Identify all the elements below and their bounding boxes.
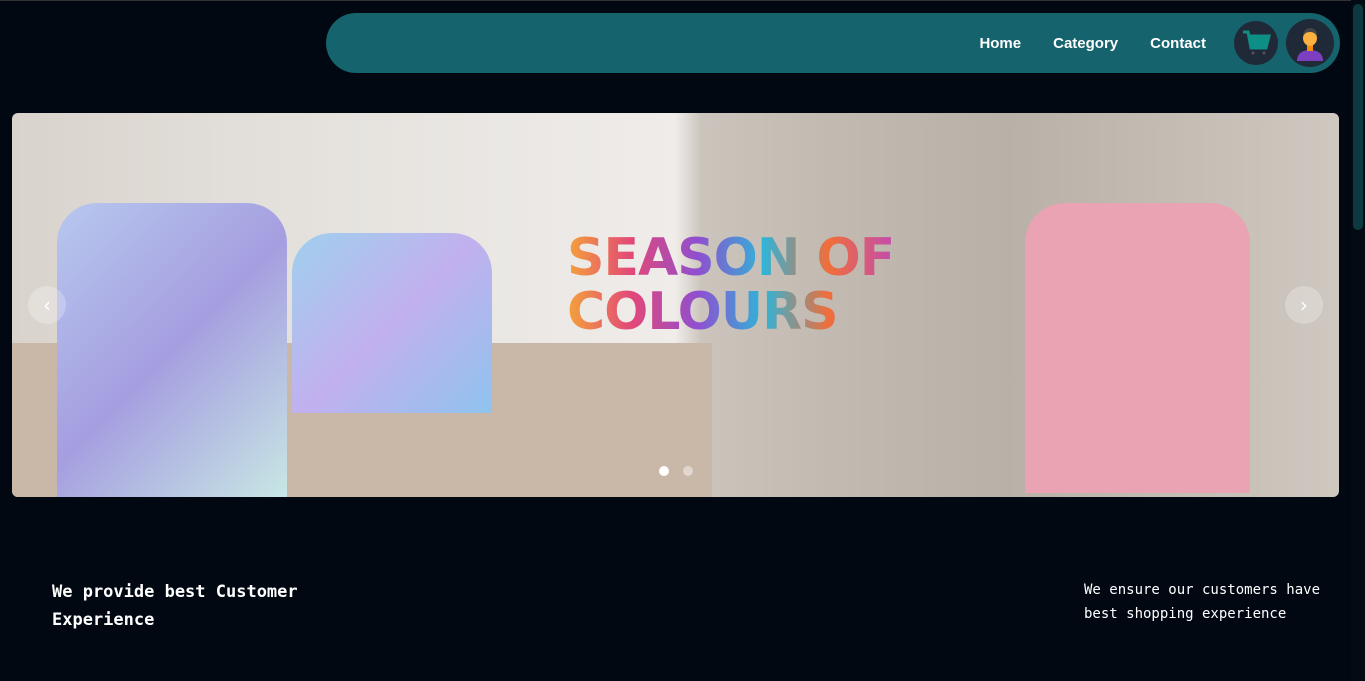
chevron-right-icon: › (1300, 293, 1308, 317)
banner-line-1: SEASON OF (567, 228, 895, 288)
carousel-dot-2[interactable] (683, 466, 693, 476)
cart-icon (1243, 30, 1271, 55)
scrollbar-thumb[interactable] (1353, 4, 1363, 230)
nav-home[interactable]: Home (979, 35, 1021, 52)
hero-image-model-3 (1025, 203, 1250, 493)
banner-line-2: COLOURS (567, 282, 838, 342)
user-avatar-icon (1297, 28, 1323, 61)
carousel-prev-button[interactable]: ‹ (28, 286, 66, 324)
cart-button[interactable] (1234, 21, 1278, 65)
carousel-dot-1[interactable] (659, 466, 669, 476)
hero-banner-text: SEASON OF COLOURS (567, 231, 894, 339)
chevron-left-icon: ‹ (43, 293, 51, 317)
features-description: We ensure our customers have best shoppi… (1084, 582, 1321, 622)
nav-category[interactable]: Category (1053, 35, 1118, 52)
top-border (0, 0, 1365, 1)
hero-image-model-1 (57, 203, 287, 497)
hero-carousel: SEASON OF COLOURS ‹ › (12, 113, 1339, 497)
navbar: Home Category Contact (326, 13, 1340, 73)
carousel-next-button[interactable]: › (1285, 286, 1323, 324)
hero-image-model-2 (292, 233, 492, 413)
profile-button[interactable] (1286, 19, 1334, 67)
features-heading: We provide best Customer Experience (52, 582, 298, 630)
nav-contact[interactable]: Contact (1150, 35, 1206, 52)
scrollbar[interactable] (1351, 0, 1365, 681)
